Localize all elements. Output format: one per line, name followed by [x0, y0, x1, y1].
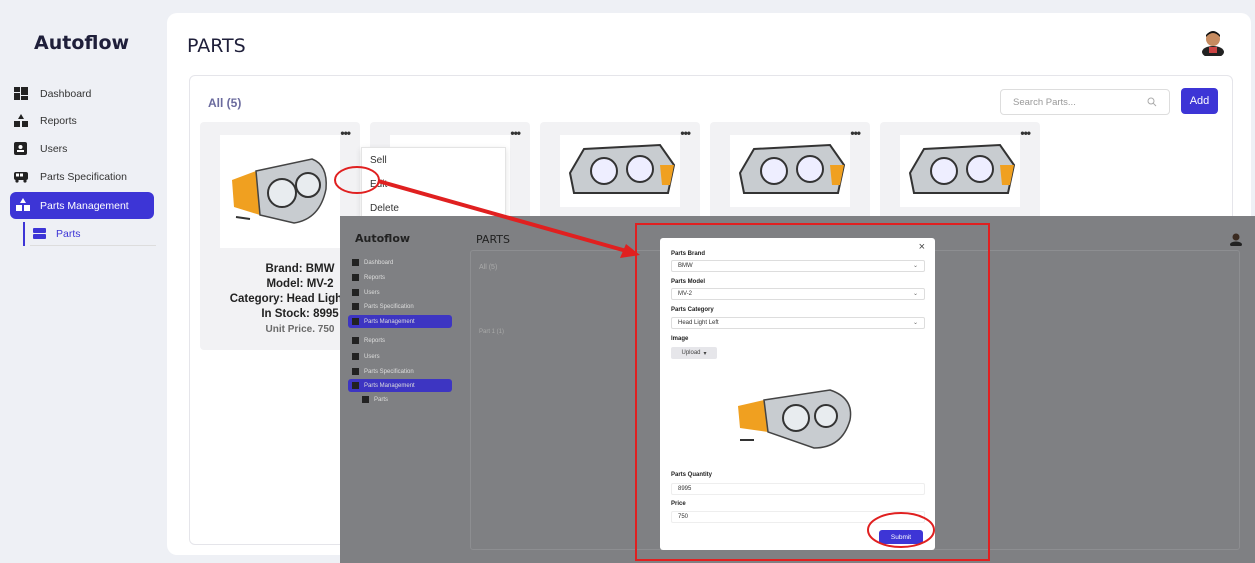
upload-label: Upload: [681, 350, 701, 356]
parts-icon: [33, 228, 46, 239]
overlay-app-logo: Autoflow: [355, 232, 411, 245]
part-image-preview: [738, 389, 852, 449]
sidebar: Autoflow Dashboard Reports Users Parts S…: [0, 0, 165, 563]
page-title: PARTS: [187, 35, 246, 57]
card-context-menu: Sell Edit Delete: [361, 147, 506, 219]
card-menu-icon[interactable]: •••: [340, 126, 351, 140]
price-label: Price: [671, 501, 686, 507]
vehicle-icon: [14, 172, 28, 183]
part-image: [900, 135, 1020, 207]
image-label: Image: [671, 336, 689, 342]
add-button[interactable]: Add: [1181, 88, 1218, 114]
chevron-down-icon: ⌄: [912, 263, 918, 269]
menu-item-sell[interactable]: Sell: [362, 148, 505, 172]
parts-management-icon: [16, 198, 30, 211]
overlay-sidebar-item: Dashboard: [348, 256, 452, 269]
overlay-sidebar-item: Reports: [348, 271, 452, 284]
card-menu-icon[interactable]: •••: [1020, 126, 1031, 140]
sidebar-item-label: Parts Specification: [40, 171, 127, 183]
brand-value: BMW: [678, 263, 693, 269]
all-count-tab[interactable]: All (5): [208, 96, 241, 110]
overlay-all-count: All (5): [479, 264, 498, 271]
submit-button[interactable]: Submit: [879, 530, 923, 544]
chevron-down-icon: ⌄: [912, 320, 918, 326]
users-icon: [14, 142, 27, 155]
quantity-label: Parts Quantity: [671, 472, 713, 478]
submenu-indicator: [23, 222, 25, 246]
sidebar-item-reports[interactable]: Reports: [14, 108, 154, 134]
avatar[interactable]: [1200, 28, 1226, 56]
sidebar-item-label: Dashboard: [40, 88, 92, 100]
overlay-sidebar-item: Parts Management: [348, 315, 452, 328]
overlay-sidebar-item: Users: [348, 350, 452, 363]
sidebar-item-dashboard[interactable]: Dashboard: [14, 81, 154, 107]
edit-part-modal: × Parts Brand BMW ⌄ Parts Model MV-2 ⌄ P…: [660, 238, 935, 550]
sidebar-item-parts-management[interactable]: Parts Management: [10, 192, 154, 219]
menu-item-edit[interactable]: Edit: [362, 172, 505, 196]
dashboard-icon: [14, 87, 28, 100]
model-select[interactable]: MV-2 ⌄: [671, 288, 925, 300]
search-placeholder: Search Parts...: [1013, 96, 1076, 108]
category-value: Head Light Left: [678, 320, 719, 326]
overlay-page-title: PARTS: [476, 233, 510, 246]
sidebar-subitem-parts[interactable]: Parts: [30, 222, 156, 246]
overlay-avatar: [1230, 233, 1242, 246]
chevron-down-icon: ⌄: [912, 291, 918, 297]
overlay-sidebar-item: Parts Specification: [348, 365, 452, 378]
card-menu-icon[interactable]: •••: [680, 126, 691, 140]
overlay-sidebar-item: Reports: [348, 334, 452, 347]
overlay-sidebar-item: Parts: [358, 393, 450, 406]
sidebar-subitem-label: Parts: [56, 227, 81, 240]
search-icon: [1147, 97, 1157, 107]
overlay-sidebar-item: Parts Specification: [348, 300, 452, 313]
part-image: [560, 135, 680, 207]
close-icon[interactable]: ×: [919, 241, 925, 253]
brand-select[interactable]: BMW ⌄: [671, 260, 925, 272]
reports-icon: [14, 114, 28, 127]
part-card[interactable]: •••: [880, 122, 1040, 222]
upload-button[interactable]: Upload ▾: [671, 347, 717, 359]
card-menu-icon[interactable]: •••: [510, 126, 521, 140]
part-image: [220, 135, 340, 248]
price-value: 750: [678, 514, 689, 520]
overlay-sidebar-item: Users: [348, 286, 452, 299]
category-select[interactable]: Head Light Left ⌄: [671, 317, 925, 329]
price-field[interactable]: 750: [671, 511, 925, 523]
overlay-sidebar-item: Parts Management: [348, 379, 452, 392]
sidebar-item-label: Reports: [40, 115, 77, 127]
overlay-card-label: Part 1 (1): [479, 329, 505, 335]
part-image: [730, 135, 850, 207]
search-input[interactable]: Search Parts...: [1000, 89, 1170, 115]
model-label: Parts Model: [671, 279, 706, 285]
sidebar-item-label: Users: [40, 143, 68, 155]
part-card[interactable]: •••: [710, 122, 870, 222]
upload-icon: ▾: [703, 350, 707, 357]
part-card[interactable]: •••: [540, 122, 700, 222]
model-value: MV-2: [678, 291, 693, 297]
quantity-field[interactable]: 8995: [671, 483, 925, 495]
part-card[interactable]: ••• Brand: BMW Model: MV-2 Category: Hea…: [200, 122, 370, 350]
quantity-value: 8995: [678, 486, 692, 492]
sidebar-item-users[interactable]: Users: [14, 136, 154, 162]
brand-label: Parts Brand: [671, 251, 706, 257]
app-logo: Autoflow: [34, 32, 130, 54]
sidebar-item-label: Parts Management: [40, 199, 129, 212]
sidebar-item-parts-specification[interactable]: Parts Specification: [14, 164, 154, 190]
card-menu-icon[interactable]: •••: [850, 126, 861, 140]
category-label: Parts Category: [671, 307, 714, 313]
